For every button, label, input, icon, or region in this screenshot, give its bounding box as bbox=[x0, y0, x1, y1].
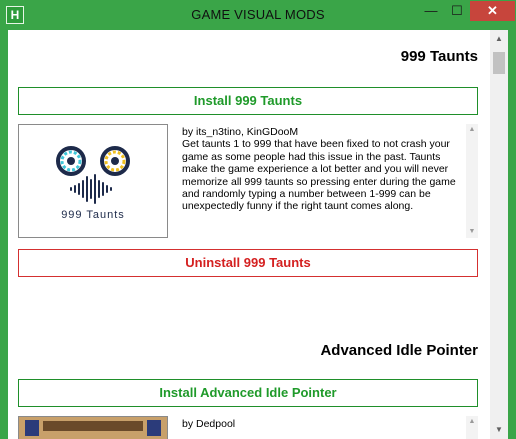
mod-thumbnail: 999 Taunts bbox=[18, 124, 168, 238]
scroll-down-arrow-icon[interactable]: ▼ bbox=[490, 421, 508, 439]
scroll-up-arrow-icon[interactable]: ▲ bbox=[466, 124, 478, 136]
install-button[interactable]: Install 999 Taunts bbox=[18, 87, 478, 115]
app-window: H GAME VISUAL MODS — ☐ ✕ 999 Taunts Inst… bbox=[0, 0, 516, 439]
taunts-logo-icon: 999 Taunts bbox=[56, 146, 130, 221]
thumbnail-caption: 999 Taunts bbox=[61, 209, 125, 221]
scroll-up-arrow-icon[interactable]: ▲ bbox=[466, 416, 478, 428]
mod-title: Advanced Idle Pointer bbox=[320, 342, 478, 359]
scrollbar-thumb[interactable] bbox=[493, 52, 505, 74]
minimize-button[interactable]: — bbox=[418, 1, 444, 21]
main-scrollbar[interactable]: ▲ ▼ bbox=[490, 30, 508, 439]
maximize-button[interactable]: ☐ bbox=[444, 1, 470, 21]
title-bar[interactable]: H GAME VISUAL MODS — ☐ ✕ bbox=[0, 0, 516, 30]
description-scrollbar[interactable]: ▲ ▼ bbox=[466, 124, 478, 238]
mod-title: 999 Taunts bbox=[400, 48, 478, 65]
mods-list-panel: 999 Taunts Install 999 Taunts 999 Taunts… bbox=[8, 30, 508, 439]
install-button[interactable]: Install Advanced Idle Pointer bbox=[18, 379, 478, 407]
idle-pointer-logo-icon bbox=[19, 417, 167, 439]
mod-description: by its_n3tino, KinGDooM Get taunts 1 to … bbox=[182, 126, 456, 213]
uninstall-button[interactable]: Uninstall 999 Taunts bbox=[18, 249, 478, 277]
mod-description: by Dedpool bbox=[182, 418, 236, 430]
description-scrollbar[interactable]: ▲ bbox=[466, 416, 478, 439]
scroll-down-arrow-icon[interactable]: ▼ bbox=[466, 226, 478, 238]
scroll-up-arrow-icon[interactable]: ▲ bbox=[490, 30, 508, 48]
close-button[interactable]: ✕ bbox=[470, 1, 515, 21]
mod-thumbnail bbox=[18, 416, 168, 439]
